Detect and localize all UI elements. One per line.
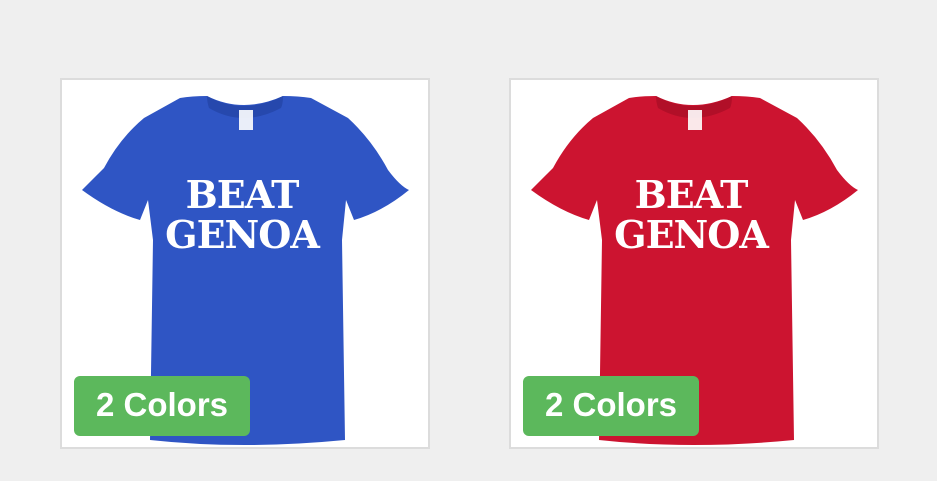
colors-badge[interactable]: 2 Colors bbox=[523, 376, 700, 436]
print-line-1: BEAT bbox=[186, 172, 299, 217]
product-card-red[interactable]: BEAT GENOA 2 Colors bbox=[509, 78, 879, 449]
product-card-blue[interactable]: BEAT GENOA 2 Colors bbox=[60, 78, 430, 449]
tshirt-tag bbox=[239, 110, 253, 130]
product-grid: BEAT GENOA 2 Colors BEAT GENOA 2 Colors bbox=[0, 0, 937, 481]
print-line-2: GENOA bbox=[165, 212, 320, 257]
colors-badge[interactable]: 2 Colors bbox=[74, 376, 251, 436]
tshirt-tag bbox=[688, 110, 702, 130]
print-line-2: GENOA bbox=[614, 212, 769, 257]
print-line-1: BEAT bbox=[635, 172, 748, 217]
